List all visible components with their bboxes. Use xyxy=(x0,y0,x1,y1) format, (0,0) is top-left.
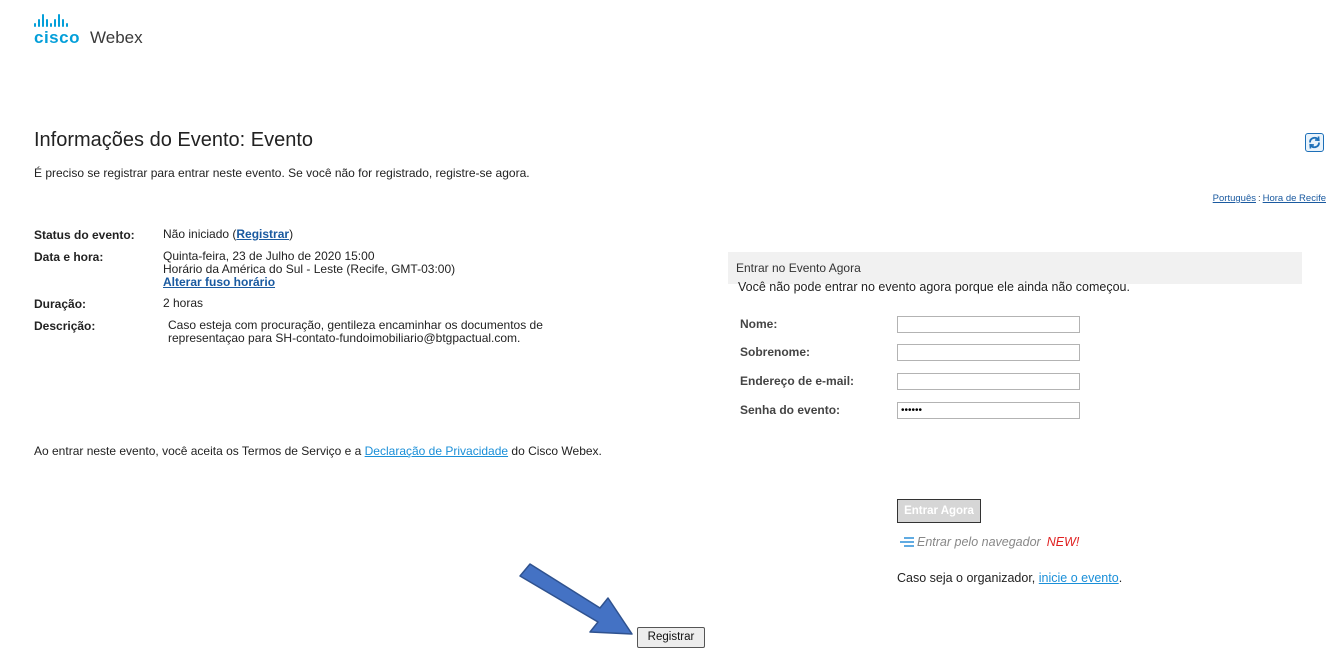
email-input[interactable] xyxy=(897,373,1080,390)
organizer-note: Caso seja o organizador, inicie o evento… xyxy=(897,571,1122,585)
terms-prefix: Ao entrar neste evento, você aceita os T… xyxy=(34,444,365,458)
status-text: Não iniciado ( xyxy=(163,227,237,241)
language-link[interactable]: Português xyxy=(1213,193,1256,204)
password-label: Senha do evento: xyxy=(740,403,841,417)
event-info-table: Status do evento: Não iniciado (Registra… xyxy=(34,228,543,353)
status-close: ) xyxy=(289,227,294,241)
logo-webex-text: Webex xyxy=(90,28,143,47)
change-timezone-link[interactable]: Alterar fuso horário xyxy=(163,276,455,289)
refresh-icon[interactable] xyxy=(1305,133,1324,152)
organizer-prefix: Caso seja o organizador, xyxy=(897,571,1039,585)
name-row: Nome: xyxy=(738,316,1098,334)
description-line-2: representaçao para SH-contato-fundoimobi… xyxy=(168,331,521,345)
join-by-browser-link[interactable]: Entrar pelo navegador NEW! xyxy=(899,535,1079,549)
email-label: Endereço de e-mail: xyxy=(740,374,855,388)
status-register-link[interactable]: Registrar xyxy=(236,227,289,241)
status-row: Status do evento: Não iniciado (Registra… xyxy=(34,228,543,243)
description-label: Descrição: xyxy=(34,319,96,333)
browser-lines-icon xyxy=(900,537,914,547)
status-value: Não iniciado (Registrar) xyxy=(163,228,293,242)
password-row: Senha do evento: xyxy=(738,402,1098,420)
join-not-started-message: Você não pode entrar no evento agora por… xyxy=(738,280,1130,294)
webex-event-page: cisco Webex Informações do Evento: Event… xyxy=(0,0,1340,650)
browser-link-label: Entrar pelo navegador xyxy=(917,535,1041,549)
surname-input[interactable] xyxy=(897,344,1080,361)
password-input[interactable] xyxy=(897,402,1080,419)
description-value: Caso esteja com procuração, gentileza en… xyxy=(163,319,543,345)
page-title: Informações do Evento: Evento xyxy=(34,129,314,151)
name-input[interactable] xyxy=(897,316,1080,333)
terms-suffix: do Cisco Webex. xyxy=(508,444,602,458)
new-badge: NEW! xyxy=(1046,535,1080,549)
email-row: Endereço de e-mail: xyxy=(738,373,1098,391)
status-label: Status do evento: xyxy=(34,228,135,242)
start-event-link[interactable]: inicie o evento xyxy=(1039,571,1119,585)
duration-row: Duração: 2 horas xyxy=(34,296,543,312)
logo-cisco-text: cisco xyxy=(34,28,80,47)
privacy-link[interactable]: Declaração de Privacidade xyxy=(365,444,508,458)
cisco-webex-logo: cisco Webex xyxy=(34,14,164,48)
terms-note: Ao entrar neste evento, você aceita os T… xyxy=(34,444,634,458)
surname-row: Sobrenome: xyxy=(738,344,1098,362)
top-links: Português: Hora de Recife xyxy=(1213,193,1326,204)
date-row: Data e hora: Quinta-feira, 23 de Julho d… xyxy=(34,250,543,289)
top-links-separator: : xyxy=(1257,193,1261,204)
enter-now-button[interactable]: Entrar Agora xyxy=(897,499,981,523)
register-button[interactable]: Registrar xyxy=(637,627,705,648)
cisco-bars-icon xyxy=(34,14,68,27)
surname-label: Sobrenome: xyxy=(740,345,811,359)
annotation-arrow-icon xyxy=(519,563,633,635)
date-value: Quinta-feira, 23 de Julho de 2020 15:00 … xyxy=(163,250,455,289)
timezone-link[interactable]: Hora de Recife xyxy=(1263,193,1326,204)
duration-value: 2 horas xyxy=(163,296,204,310)
organizer-suffix: . xyxy=(1118,571,1123,585)
register-note: É preciso se registrar para entrar neste… xyxy=(34,166,530,180)
description-row: Descrição: Caso esteja com procuração, g… xyxy=(34,319,543,345)
date-label: Data e hora: xyxy=(34,250,104,264)
duration-label: Duração: xyxy=(34,297,87,311)
name-label: Nome: xyxy=(740,317,778,331)
